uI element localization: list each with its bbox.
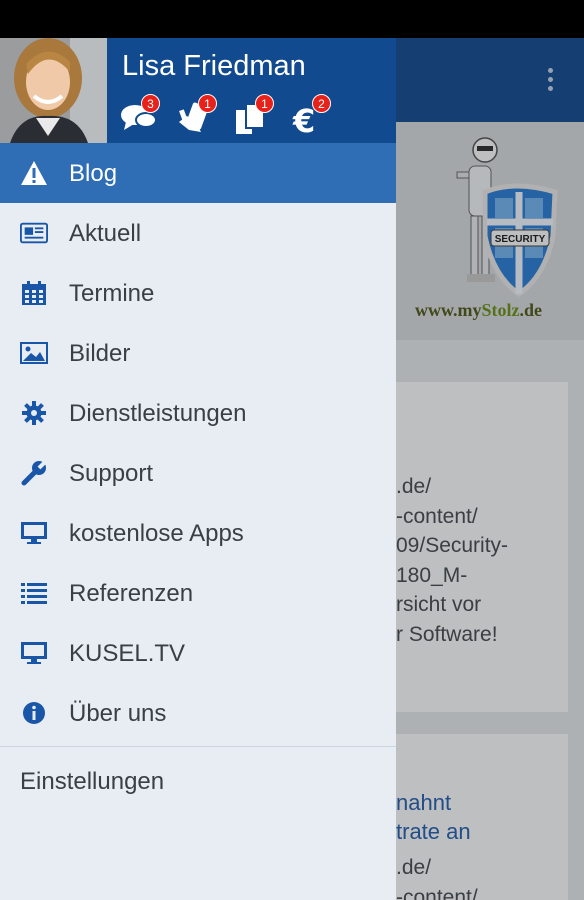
menu-item-support[interactable]: Support xyxy=(0,443,396,503)
notification-badge: 1 xyxy=(255,94,274,113)
menu-item-label: Referenzen xyxy=(69,580,194,607)
status-bar xyxy=(0,0,584,38)
hand-holding-card-icon[interactable]: 1 xyxy=(177,94,217,136)
notification-badge: 1 xyxy=(198,94,217,113)
newspaper-icon xyxy=(20,220,48,246)
settings-label: Einstellungen xyxy=(20,768,165,795)
menu-item-bilder[interactable]: Bilder xyxy=(0,323,396,383)
info-icon xyxy=(20,700,48,726)
avatar[interactable] xyxy=(0,38,107,143)
menu-item-label: Aktuell xyxy=(69,220,142,247)
user-name: Lisa Friedman xyxy=(122,50,306,82)
warning-icon xyxy=(20,160,48,186)
menu-item-label: kostenlose Apps xyxy=(69,520,244,547)
calendar-icon xyxy=(20,280,48,306)
menu-item-kusel-tv[interactable]: KUSEL.TV xyxy=(0,623,396,683)
menu-item-label: Dienstleistungen xyxy=(69,400,247,427)
menu-item-blog[interactable]: Blog xyxy=(0,143,396,203)
menu-item-kostenlose-apps[interactable]: kostenlose Apps xyxy=(0,503,396,563)
menu-item-label: Bilder xyxy=(69,340,131,367)
drawer-header: Lisa Friedman 3 1 1 € 2 xyxy=(0,38,396,143)
monitor-icon xyxy=(20,640,48,666)
menu-item-label: Blog xyxy=(69,160,118,187)
menu-item-dienstleistungen[interactable]: Dienstleistungen xyxy=(0,383,396,443)
menu-item-termine[interactable]: Termine xyxy=(0,263,396,323)
menu-item-aktuell[interactable]: Aktuell xyxy=(0,203,396,263)
picture-icon xyxy=(20,340,48,366)
notification-badge: 3 xyxy=(141,94,160,113)
menu-item-label: Über uns xyxy=(69,700,167,727)
notification-badge: 2 xyxy=(312,94,331,113)
copy-documents-icon[interactable]: 1 xyxy=(234,94,274,136)
wrench-icon xyxy=(20,460,48,486)
menu-item-einstellungen[interactable]: Einstellungen xyxy=(0,747,396,817)
menu-item-label: Termine xyxy=(69,280,155,307)
navigation-drawer: Lisa Friedman 3 1 1 € 2 Blog Aktuell Ter… xyxy=(0,38,396,900)
menu-item-ueber-uns[interactable]: Über uns xyxy=(0,683,396,743)
list-icon xyxy=(20,580,48,606)
chat-bubbles-icon[interactable]: 3 xyxy=(120,94,160,136)
euro-icon[interactable]: € 2 xyxy=(291,94,331,140)
menu-item-referenzen[interactable]: Referenzen xyxy=(0,563,396,623)
menu-item-label: Support xyxy=(69,460,154,487)
gear-icon xyxy=(20,400,48,426)
drawer-menu: Blog Aktuell Termine Bilder Dienstleistu… xyxy=(0,143,396,817)
monitor-icon xyxy=(20,520,48,546)
menu-item-label: KUSEL.TV xyxy=(69,640,186,667)
